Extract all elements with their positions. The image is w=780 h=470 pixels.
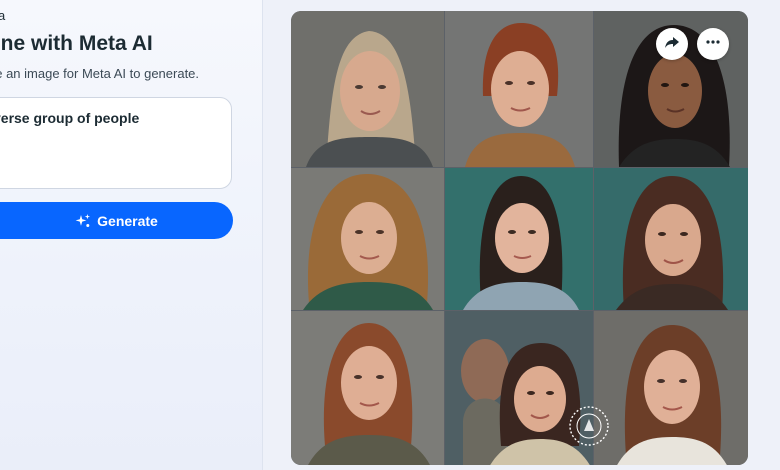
more-options-button[interactable] [697,28,729,60]
brand-text: a [0,8,5,23]
portrait-tile [291,11,444,167]
portrait-tile [291,168,444,310]
generated-image-grid[interactable] [291,11,748,465]
share-icon [664,34,680,55]
portrait-tile [445,168,593,310]
prompt-text[interactable]: verse group of people [0,110,139,126]
portrait-tile [291,311,444,465]
generate-button[interactable]: Generate [0,202,233,239]
prompt-panel: a gine with Meta AI be an image for Meta… [0,0,263,470]
more-horizontal-icon [705,34,721,55]
result-panel [263,0,780,470]
generate-label: Generate [97,212,158,229]
sparkle-icon [75,213,91,229]
share-button[interactable] [656,28,688,60]
portrait-tile [445,11,593,167]
portrait-tile [594,311,748,465]
prompt-input[interactable]: verse group of people [0,97,232,189]
page-title: gine with Meta AI [0,32,153,55]
ai-watermark-seal [568,405,610,447]
portrait-tile [594,168,748,310]
page-subtitle: be an image for Meta AI to generate. [0,66,200,81]
